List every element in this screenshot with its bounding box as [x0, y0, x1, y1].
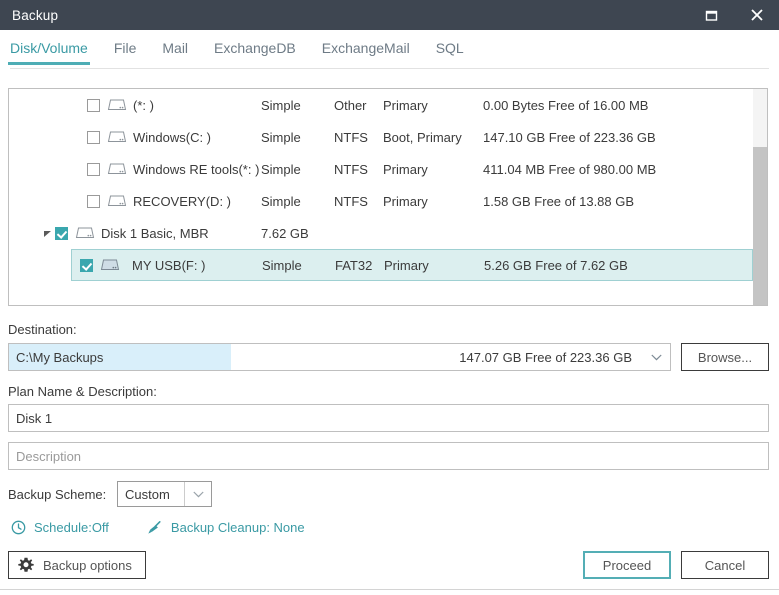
tab-disk-volume[interactable]: Disk/Volume [8, 40, 90, 65]
schedule-link[interactable]: Schedule:Off [10, 519, 109, 536]
window-bottom-divider [0, 589, 779, 590]
tab-bar: Disk/Volume File Mail ExchangeDB Exchang… [0, 30, 779, 70]
volume-name: Windows RE tools(*: ) [133, 161, 260, 177]
volume-filesystem: FAT32 [335, 257, 373, 273]
table-row[interactable]: RECOVERY(D: ) Simple NTFS Primary 1.58 G… [9, 185, 753, 217]
disk-name: Disk 1 Basic, MBR [101, 225, 209, 241]
status-links: Schedule:Off Backup Cleanup: None [10, 519, 343, 536]
maximize-icon [705, 10, 718, 21]
close-icon [750, 9, 763, 21]
tab-sql[interactable]: SQL [436, 40, 464, 65]
volume-space: 147.10 GB Free of 223.36 GB [483, 129, 656, 145]
row-checkbox[interactable] [55, 226, 68, 240]
volume-type: Simple [261, 193, 301, 209]
tab-mail[interactable]: Mail [162, 40, 188, 65]
disk-icon [107, 193, 127, 209]
window-title: Backup [12, 7, 59, 23]
row-checkbox[interactable] [87, 98, 100, 112]
backup-scheme-select[interactable]: Custom [117, 481, 212, 507]
row-checkbox[interactable] [87, 162, 100, 176]
expand-collapse-arrow[interactable] [39, 229, 55, 238]
window-titlebar: Backup [0, 0, 779, 30]
backup-cleanup-link[interactable]: Backup Cleanup: None [147, 519, 305, 536]
backup-options-label: Backup options [43, 557, 132, 573]
volume-name: RECOVERY(D: ) [133, 193, 231, 209]
volume-flags: Primary [383, 161, 428, 177]
backup-scheme-dropdown-arrow[interactable] [184, 482, 211, 506]
disk-icon [107, 161, 127, 177]
table-row[interactable]: Windows RE tools(*: ) Simple NTFS Primar… [9, 153, 753, 185]
tab-file[interactable]: File [114, 40, 137, 65]
volume-space: 0.00 Bytes Free of 16.00 MB [483, 97, 649, 113]
disk-icon [107, 129, 127, 145]
destination-label: Destination: [8, 322, 77, 337]
volume-space: 411.04 MB Free of 980.00 MB [483, 161, 657, 177]
plan-name-label: Plan Name & Description: [8, 384, 157, 399]
table-row[interactable]: Windows(C: ) Simple NTFS Boot, Primary 1… [9, 121, 753, 153]
volume-type: Simple [261, 161, 301, 177]
backup-scheme-value: Custom [125, 486, 170, 502]
window-controls [689, 0, 779, 30]
volume-space: 5.26 GB Free of 7.62 GB [484, 257, 628, 273]
volume-filesystem: NTFS [334, 129, 368, 145]
disk-icon [75, 225, 95, 241]
volume-filesystem: NTFS [334, 161, 368, 177]
disk-icon [100, 257, 120, 273]
volume-flags: Boot, Primary [383, 129, 462, 145]
proceed-button[interactable]: Proceed [583, 551, 671, 579]
table-row[interactable]: Disk 1 Basic, MBR 7.62 GB [9, 217, 753, 249]
chevron-down-icon [43, 230, 51, 237]
backup-cleanup-link-label: Backup Cleanup: None [170, 520, 305, 535]
cancel-button[interactable]: Cancel [681, 551, 769, 579]
row-checkbox[interactable] [87, 130, 100, 144]
volume-type: Simple [261, 97, 301, 113]
table-row[interactable]: (*: ) Simple Other Primary 0.00 Bytes Fr… [9, 89, 753, 121]
destination-free-space: 147.07 GB Free of 223.36 GB [459, 349, 632, 365]
chevron-down-icon [192, 491, 204, 497]
maximize-button[interactable] [689, 0, 734, 30]
table-row[interactable]: MY USB(F: ) Simple FAT32 Primary 5.26 GB… [71, 249, 753, 281]
volume-name: MY USB(F: ) [132, 257, 206, 273]
volume-name: (*: ) [133, 97, 154, 113]
volume-type: Simple [261, 129, 301, 145]
browse-button[interactable]: Browse... [681, 343, 769, 371]
disk-list-rows: (*: ) Simple Other Primary 0.00 Bytes Fr… [9, 89, 753, 305]
volume-space: 1.58 GB Free of 13.88 GB [483, 193, 635, 209]
volume-flags: Primary [383, 193, 428, 209]
chevron-down-icon [650, 354, 662, 360]
volume-flags: Primary [384, 257, 429, 273]
backup-options-button[interactable]: Backup options [8, 551, 146, 579]
destination-field[interactable]: C:\My Backups 147.07 GB Free of 223.36 G… [8, 343, 671, 371]
close-button[interactable] [734, 0, 779, 30]
destination-dropdown-button[interactable] [642, 354, 670, 361]
tab-exchangedb[interactable]: ExchangeDB [214, 40, 296, 65]
disk-icon [107, 97, 127, 113]
disk-capacity: 7.62 GB [261, 225, 309, 241]
tab-exchangemail[interactable]: ExchangeMail [322, 40, 410, 65]
plan-description-input[interactable]: Description [8, 442, 769, 470]
volume-type: Simple [262, 257, 302, 273]
row-checkbox[interactable] [80, 258, 93, 272]
clock-icon [10, 519, 27, 536]
destination-path-value: C:\My Backups [9, 344, 231, 370]
row-checkbox[interactable] [87, 194, 100, 208]
broom-icon [147, 519, 164, 536]
schedule-link-label: Schedule:Off [34, 520, 109, 535]
volume-flags: Primary [383, 97, 428, 113]
backup-scheme-label: Backup Scheme: [8, 487, 107, 502]
list-scrollbar-thumb[interactable] [753, 147, 767, 305]
volume-name: Windows(C: ) [133, 129, 212, 145]
disk-volume-list[interactable]: (*: ) Simple Other Primary 0.00 Bytes Fr… [8, 88, 768, 306]
list-scrollbar[interactable] [753, 89, 767, 305]
tab-bar-divider [10, 68, 769, 69]
plan-name-input[interactable]: Disk 1 [8, 404, 769, 432]
gear-icon [18, 557, 34, 573]
volume-filesystem: NTFS [334, 193, 368, 209]
volume-filesystem: Other [334, 97, 367, 113]
